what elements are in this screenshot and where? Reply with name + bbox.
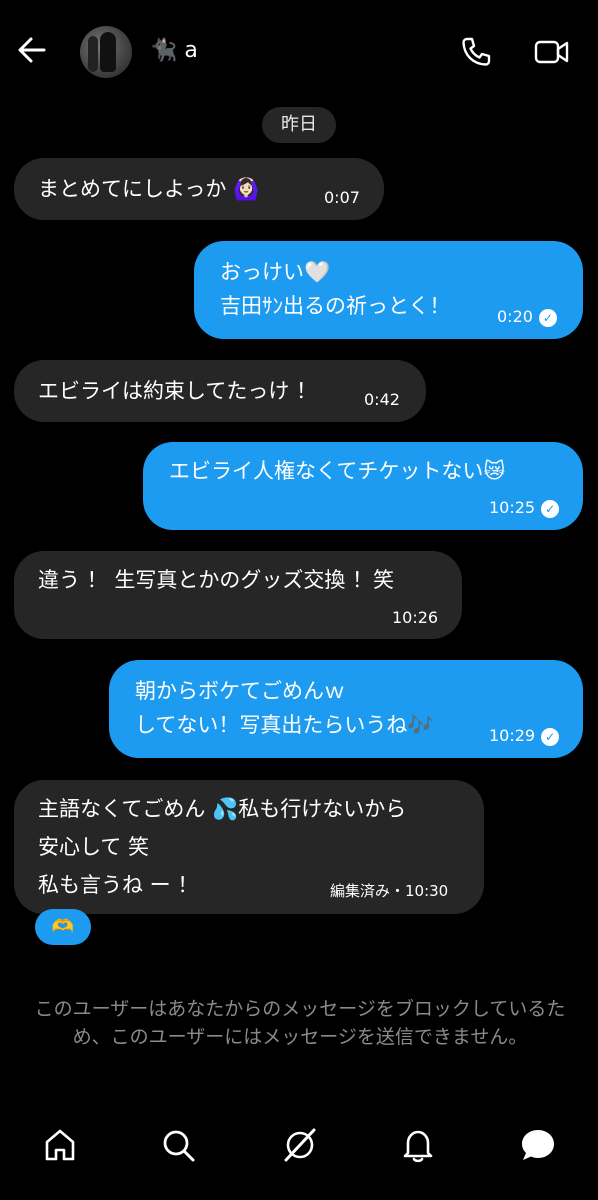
message-text: 安心して 笑 [38,835,150,859]
nav-grok[interactable] [280,1125,320,1165]
message-time: 0:42 [364,390,400,409]
message-bubble-incoming[interactable]: まとめてにしよっか 🙆🏻‍♀️ 0:07 [14,158,384,220]
message-bubble-incoming[interactable]: 違う ！ 生写真とかのグッズ交換 ！笑 10:26 [14,551,462,639]
nav-notifications[interactable] [398,1125,438,1165]
message-text: エビライは約束してたっけ ！ [38,379,318,403]
search-icon [163,1130,195,1162]
back-arrow-icon [18,37,46,63]
contact-name[interactable]: 🐈‍⬛ a [150,36,198,66]
block-notice: このユーザーはあなたからのメッセージをブロックしているため、このユーザーにはメッ… [34,998,566,1048]
message-time: 10:29 ✓ [489,725,560,747]
message-text: 朝からボケてごめんｗ [135,679,345,703]
cat-emoji: 🐈‍⬛ [150,38,178,63]
date-divider: 昨日 [262,107,336,143]
message-time: 10:25 ✓ [489,497,560,519]
message-time: 10:26 [392,608,439,627]
message-bubble-outgoing[interactable]: 朝からボケてごめんｗ してない！写真出たらいうね🎶 10:29 ✓ [109,660,583,758]
message-bubble-incoming[interactable]: エビライは約束してたっけ ！ 0:42 [14,360,426,422]
message-text: 私も言うね ー ！ [38,873,199,897]
read-check-icon: ✓ [538,308,557,327]
nav-home[interactable] [40,1125,80,1165]
message-text: 違う ！ 生写真とかのグッズ交換 ！笑 [38,568,395,592]
read-check-icon: ✓ [541,727,560,746]
message-bubble-outgoing[interactable]: おっけい🤍 吉田ｻﾝ出るの祈っとく！ 0:20 ✓ [194,241,583,339]
message-text: まとめてにしよっか 🙆🏻‍♀️ [38,177,260,201]
message-reaction[interactable]: 🫶 [35,909,91,945]
message-bubble-incoming[interactable]: 主語なくてごめん 💦私も行けないから 安心して 笑 私も言うね ー ！ 編集済み… [14,780,484,914]
message-bubble-outgoing[interactable]: エビライ人権なくてチケットない😿 10:25 ✓ [143,442,583,530]
chat-bubble-icon [522,1130,554,1160]
video-camera-icon [534,40,569,64]
message-time: 0:20 ✓ [497,306,557,328]
message-text: 吉田ｻﾝ出るの祈っとく！ [220,294,451,318]
read-check-icon: ✓ [541,499,560,518]
grok-icon [284,1128,316,1162]
message-time: 編集済み・10:30 [330,882,449,900]
message-text: おっけい🤍 [220,260,331,284]
call-button[interactable] [458,34,494,70]
nav-search[interactable] [158,1125,198,1165]
contact-name-text: a [184,38,198,63]
home-icon [45,1129,75,1161]
phone-icon [462,37,491,66]
back-button[interactable] [14,32,50,68]
message-time: 0:07 [324,188,360,207]
bell-icon [403,1130,433,1163]
message-text: エビライ人権なくてチケットない😿 [169,459,506,483]
avatar[interactable] [80,26,132,78]
message-text: 主語なくてごめん 💦私も行けないから [38,797,407,821]
message-text: してない！写真出たらいうね🎶 [135,713,434,737]
nav-messages[interactable] [518,1125,558,1165]
video-call-button[interactable] [532,34,572,70]
